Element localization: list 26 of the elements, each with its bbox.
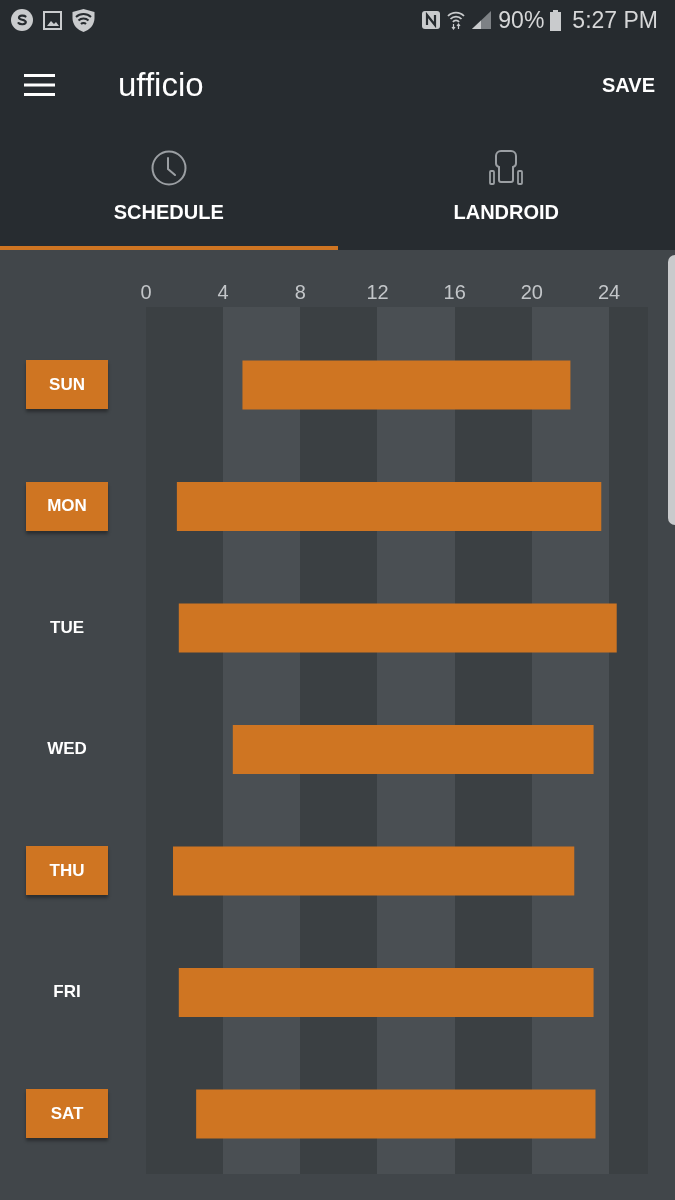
clock-icon [150, 150, 187, 186]
tick-label: 12 [366, 281, 389, 303]
tick-label: 24 [597, 281, 621, 303]
menu-icon[interactable] [24, 74, 55, 96]
day-toggle[interactable]: FRI [26, 967, 108, 1017]
day-toggle[interactable]: TUE [26, 603, 108, 652]
shield-wifi-icon [71, 7, 96, 33]
battery-icon [550, 9, 562, 31]
day-toggle[interactable]: WED [26, 724, 108, 774]
tick-label: 4 [217, 281, 229, 303]
robot-icon [488, 150, 525, 186]
n-square-icon [421, 10, 442, 30]
signal-icon [471, 10, 493, 30]
battery-percent: 90% [498, 7, 545, 33]
tick-label: 8 [294, 281, 306, 303]
s-circle-icon [10, 8, 34, 32]
image-icon [43, 10, 62, 30]
tick-label: 0 [140, 281, 152, 303]
tab[interactable]: LANDROID [337, 130, 675, 250]
status-time: 5:27 PM [572, 7, 658, 33]
tick-label: 16 [443, 281, 466, 303]
tick-label: 20 [520, 281, 543, 303]
save-button[interactable]: SAVE [594, 65, 655, 105]
edge-panel-handle[interactable] [668, 255, 675, 525]
app-title: ufficio [118, 66, 204, 104]
wifi-icon [447, 10, 466, 30]
